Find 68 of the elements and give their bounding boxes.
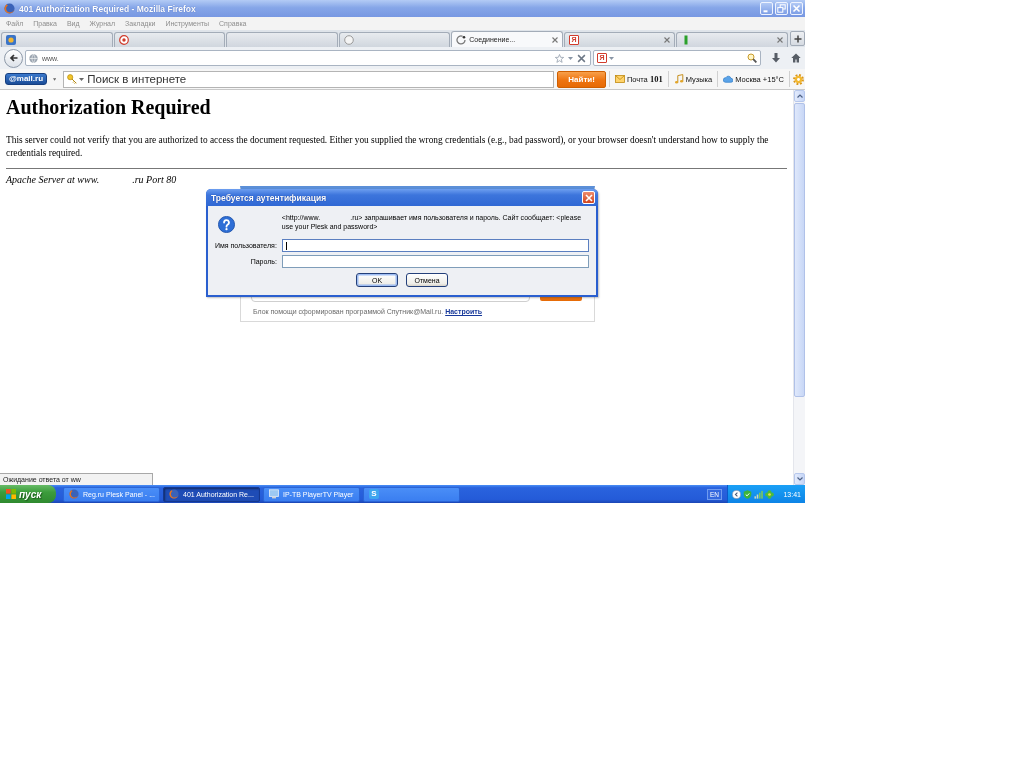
plus-icon xyxy=(793,34,802,43)
flower-icon[interactable] xyxy=(765,489,774,499)
text-cursor-icon xyxy=(285,241,287,250)
envelope-icon xyxy=(614,74,625,84)
star-icon[interactable] xyxy=(555,53,564,63)
browser-tab[interactable] xyxy=(226,32,338,47)
stop-icon[interactable] xyxy=(577,53,586,63)
flag-icon xyxy=(6,489,16,499)
question-icon xyxy=(218,216,235,233)
input-field[interactable] xyxy=(281,239,589,252)
downloads-button[interactable] xyxy=(771,51,781,65)
globe-icon xyxy=(29,53,38,63)
new-tab-button[interactable] xyxy=(790,31,805,46)
close-icon xyxy=(792,4,801,13)
shield-icon[interactable] xyxy=(743,489,752,499)
close-tab-icon[interactable] xyxy=(664,37,671,43)
monitor-icon xyxy=(269,489,279,499)
logo[interactable]: @mail.ru xyxy=(5,73,48,85)
back-circle-icon[interactable] xyxy=(732,489,741,499)
app-icon: S xyxy=(369,489,379,499)
browser-icon xyxy=(69,489,79,499)
up-caret-icon xyxy=(796,94,803,98)
scrollbar-thumb[interactable] xyxy=(794,103,805,397)
close-button[interactable] xyxy=(790,2,803,15)
taskbar-button[interactable]: S xyxy=(363,486,460,502)
close-tab-icon[interactable] xyxy=(551,36,558,43)
dropdown-caret-icon[interactable] xyxy=(79,77,85,81)
music-note-icon xyxy=(673,74,684,84)
input-field[interactable] xyxy=(281,255,589,268)
search-button[interactable]: Найти! xyxy=(557,70,606,88)
back-button[interactable] xyxy=(4,48,23,68)
ring-icon xyxy=(343,35,354,45)
home-button[interactable] xyxy=(791,51,801,65)
dialog-title: Требуется аутентификация xyxy=(211,192,327,203)
browser-tab[interactable] xyxy=(1,32,113,47)
back-arrow-icon xyxy=(8,53,19,63)
search-icon[interactable] xyxy=(747,53,757,63)
start-button[interactable]: пуск xyxy=(0,485,56,503)
browser-tab[interactable] xyxy=(113,32,226,47)
close-tab-icon[interactable] xyxy=(777,37,784,43)
browser-icon xyxy=(169,489,179,499)
browser-tab[interactable] xyxy=(338,32,451,47)
error-message: This server could not verify that you are authorized to access the document requested. Either you supplied the wrong credentials (e.g., bad password), or your browser doesn't understand how to supply the credentials required. xyxy=(6,134,770,160)
close-icon xyxy=(584,193,593,202)
tile-icon xyxy=(6,35,16,45)
scroll-up-button[interactable] xyxy=(794,90,805,102)
minimize-button[interactable] xyxy=(760,2,773,15)
server-signature: Apache Server at www. .ru Port 80 xyxy=(6,174,177,186)
restore-button[interactable] xyxy=(775,2,788,15)
down-arrow-icon xyxy=(771,53,781,63)
page-heading: Authorization Required xyxy=(6,96,211,118)
loading-spinner-icon xyxy=(456,34,467,45)
restore-icon xyxy=(777,4,786,13)
cloud-icon xyxy=(723,74,734,84)
browser-icon xyxy=(4,3,15,14)
dropdown-caret-icon[interactable] xyxy=(568,56,573,60)
signal-bars-icon[interactable] xyxy=(754,489,763,499)
search-input[interactable]: Поиск в интернете xyxy=(86,71,551,87)
target-icon xyxy=(118,35,129,45)
scroll-down-button[interactable] xyxy=(794,473,805,485)
window-title: 401 Authorization Required - Mozilla Firefox xyxy=(19,3,196,14)
dropdown-caret-icon[interactable] xyxy=(53,77,57,81)
search-field[interactable]: Поиск в интернете xyxy=(63,70,555,88)
home-icon xyxy=(791,53,801,63)
dropdown-caret-icon[interactable] xyxy=(609,56,614,60)
down-caret-icon xyxy=(796,477,803,481)
key-icon xyxy=(67,74,78,84)
settings-button[interactable] xyxy=(793,72,804,86)
